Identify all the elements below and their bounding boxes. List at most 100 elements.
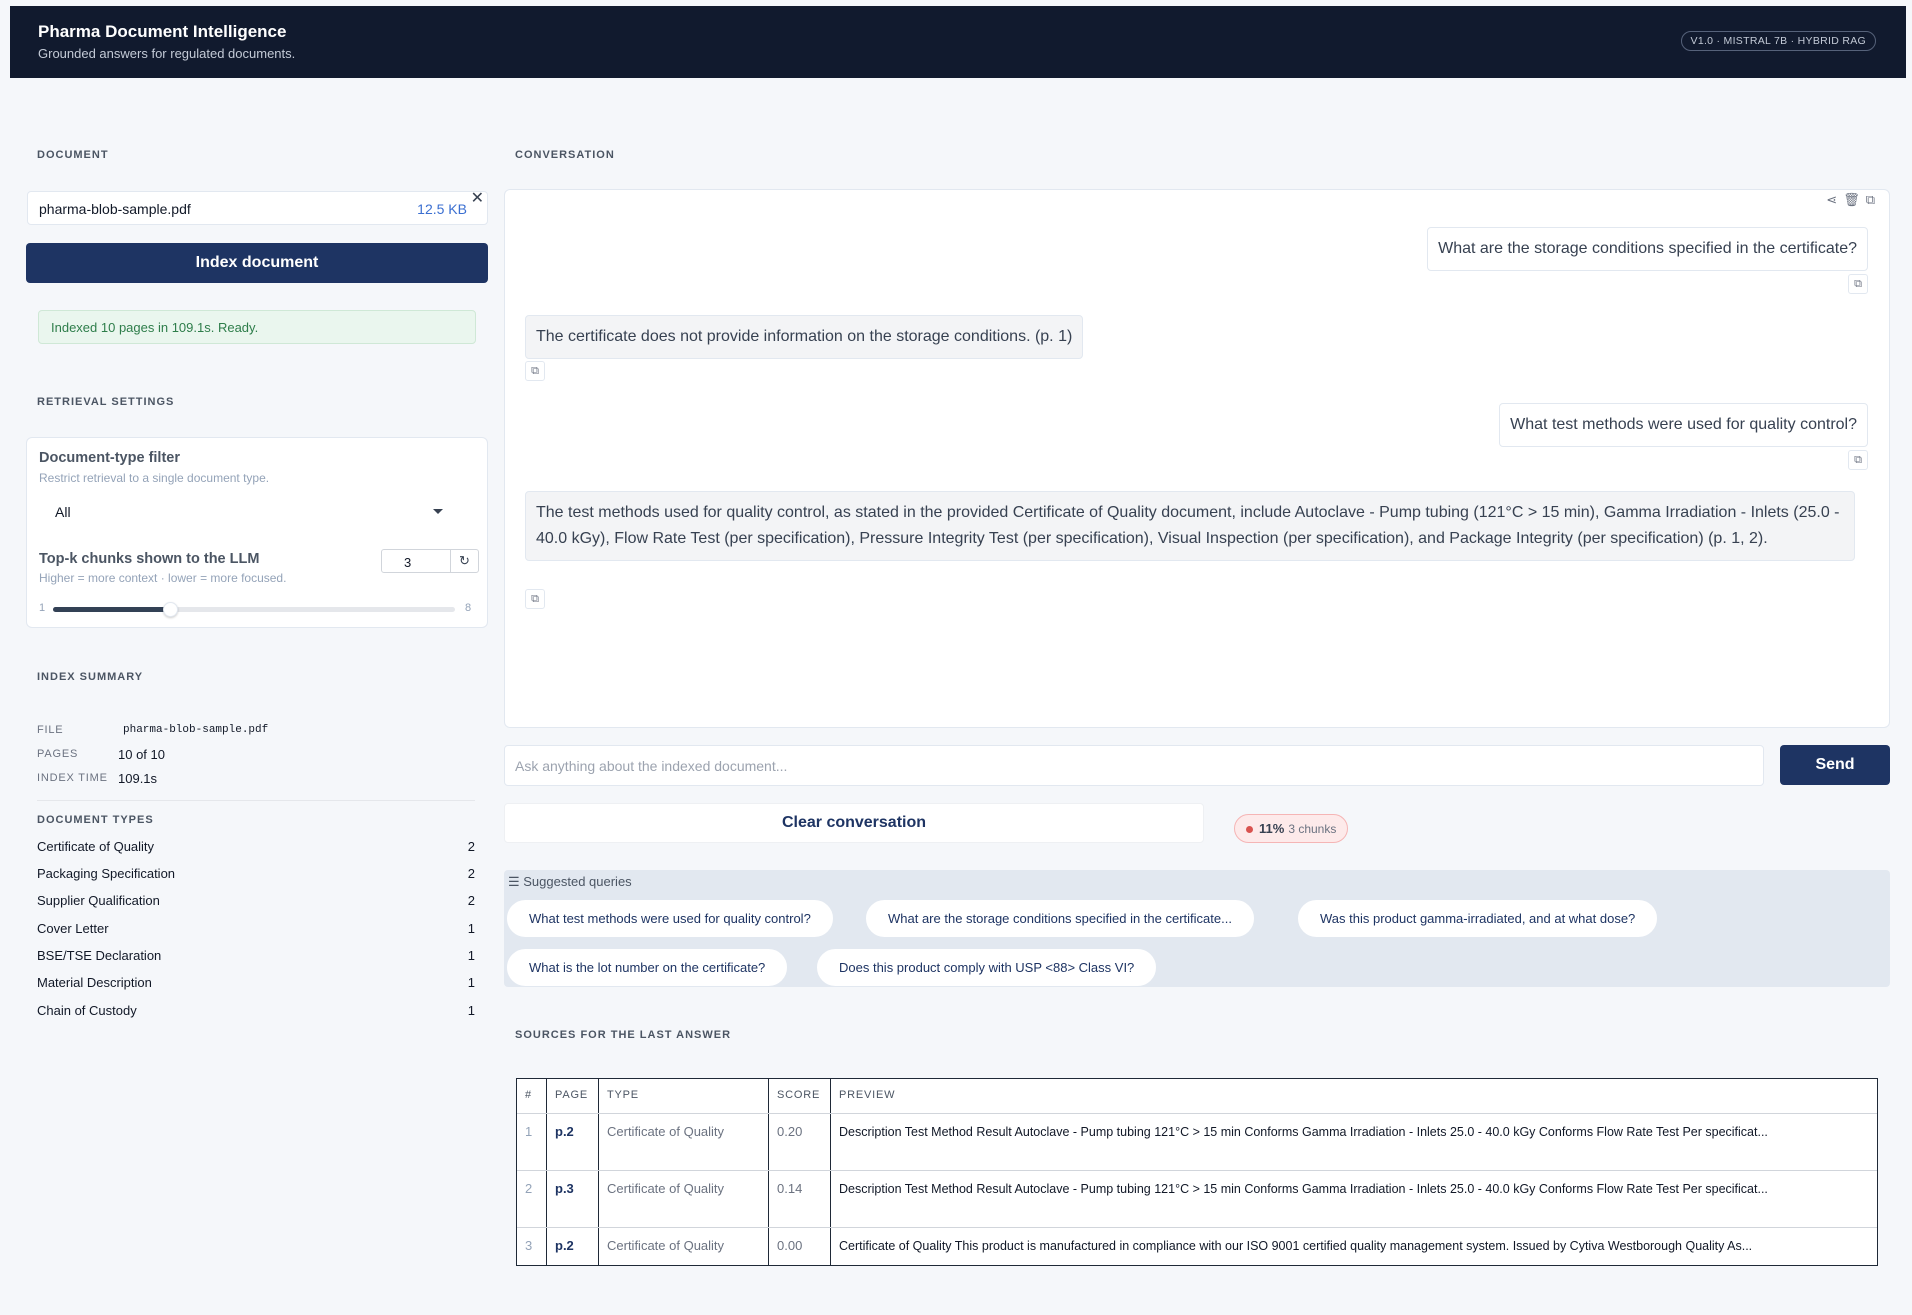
- question-input[interactable]: [504, 745, 1764, 786]
- doc-type-select-value: All: [55, 504, 71, 520]
- summary-time-value: 109.1s: [118, 771, 158, 786]
- slider-max: 8: [465, 602, 472, 614]
- doc-type-name: Supplier Qualification: [37, 893, 160, 908]
- doc-type-name: Material Description: [37, 975, 152, 990]
- status-dot-icon: [1246, 826, 1253, 834]
- trash-icon[interactable]: 🗑: [1843, 192, 1866, 207]
- topk-value: 3: [404, 555, 412, 570]
- doc-type-count: 2: [467, 866, 475, 881]
- sources-table: # PAGE TYPE SCORE PREVIEW 1 p.2 Certific…: [516, 1078, 1878, 1266]
- version-badge: V1.0 · MISTRAL 7B · HYBRID RAG: [1680, 31, 1876, 51]
- share-icon[interactable]: ⋖: [1826, 192, 1843, 207]
- doc-type-select[interactable]: All: [39, 493, 469, 527]
- file-name: pharma-blob-sample.pdf: [39, 201, 191, 217]
- list-item: Supplier Qualification 2: [37, 893, 475, 908]
- col-header: PREVIEW: [839, 1089, 896, 1101]
- copy-icon[interactable]: ⧉: [1848, 274, 1868, 294]
- col-header: SCORE: [769, 1079, 831, 1113]
- row-number: 2: [517, 1171, 547, 1227]
- slider-fill: [53, 607, 170, 612]
- list-item: Material Description 1: [37, 975, 475, 990]
- row-score: 0.00: [769, 1228, 831, 1265]
- index-summary-label: INDEX SUMMARY: [37, 671, 144, 683]
- sources-label: SOURCES FOR THE LAST ANSWER: [515, 1029, 732, 1041]
- remove-file-icon[interactable]: ✕: [471, 188, 484, 208]
- topk-slider[interactable]: [53, 602, 455, 617]
- suggested-query-chip[interactable]: Does this product comply with USP <88> C…: [816, 948, 1158, 987]
- document-types-label: DOCUMENT TYPES: [37, 814, 154, 826]
- app-title: Pharma Document Intelligence: [38, 22, 287, 41]
- list-item: Packaging Specification 2: [37, 866, 475, 881]
- conversation-toolbar: ⋖🗑⧉: [1826, 192, 1881, 208]
- copy-icon[interactable]: ⧉: [525, 361, 545, 381]
- doc-type-count: 2: [467, 839, 475, 854]
- conversation-label: CONVERSATION: [515, 149, 615, 161]
- topk-number-input[interactable]: 3 ↻: [381, 549, 479, 573]
- app-header: Pharma Document Intelligence Grounded an…: [10, 6, 1906, 78]
- row-preview: Description Test Method Result Autoclave…: [839, 1125, 1768, 1139]
- chunk-count: 3 chunks: [1288, 822, 1337, 836]
- user-message: What test methods were used for quality …: [1499, 403, 1868, 447]
- suggested-queries-label: ☰ Suggested queries: [508, 874, 632, 889]
- row-score: 0.20: [769, 1114, 831, 1170]
- uploaded-file: pharma-blob-sample.pdf 12.5 KB ✕: [27, 188, 488, 225]
- row-page: p.2: [547, 1114, 599, 1170]
- summary-file-key: FILE: [37, 724, 64, 736]
- table-row[interactable]: 2 p.3 Certificate of Quality 0.14 Descri…: [517, 1170, 1877, 1227]
- reset-icon[interactable]: ↻: [450, 550, 478, 572]
- row-page: p.3: [547, 1171, 599, 1227]
- suggested-query-chip[interactable]: What is the lot number on the certificat…: [506, 948, 789, 987]
- doc-type-name: Cover Letter: [37, 921, 109, 936]
- retrieval-confidence-badge: 11% 3 chunks: [1234, 814, 1349, 843]
- document-section-label: DOCUMENT: [37, 149, 109, 161]
- doc-type-count: 2: [467, 893, 475, 908]
- copy-icon[interactable]: ⧉: [1848, 450, 1868, 470]
- doc-type-count: 1: [467, 1003, 475, 1018]
- doc-type-count: 1: [467, 948, 475, 963]
- suggested-queries-panel: ☰ Suggested queries What test methods we…: [504, 870, 1890, 987]
- doc-type-name: Certificate of Quality: [37, 839, 155, 854]
- file-size: 12.5 KB: [417, 201, 467, 217]
- suggested-query-chip[interactable]: What are the storage conditions specifie…: [865, 899, 1255, 938]
- table-row[interactable]: 1 p.2 Certificate of Quality 0.20 Descri…: [517, 1113, 1877, 1170]
- row-score: 0.14: [769, 1171, 831, 1227]
- assistant-message: The test methods used for quality contro…: [525, 491, 1855, 561]
- topk-label: Top-k chunks shown to the LLM: [39, 551, 260, 567]
- slider-min: 1: [39, 602, 46, 614]
- index-document-button[interactable]: Index document: [26, 243, 488, 283]
- doc-type-name: Chain of Custody: [37, 1003, 137, 1018]
- summary-pages-key: PAGES: [37, 748, 79, 760]
- slider-thumb[interactable]: [162, 602, 178, 617]
- doc-type-name: Packaging Specification: [37, 866, 176, 881]
- summary-pages-value: 10 of 10: [118, 747, 165, 762]
- assistant-message: The certificate does not provide informa…: [525, 315, 1084, 359]
- clear-conversation-button[interactable]: Clear conversation: [504, 803, 1204, 843]
- suggested-query-chip[interactable]: Was this product gamma-irradiated, and a…: [1297, 899, 1659, 938]
- topk-help: Higher = more context · lower = more foc…: [39, 571, 287, 585]
- send-button[interactable]: Send: [1780, 745, 1890, 785]
- row-preview: Description Test Method Result Autoclave…: [839, 1182, 1768, 1196]
- doc-type-count: 1: [467, 921, 475, 936]
- copy-icon[interactable]: ⧉: [1866, 192, 1881, 207]
- row-type: Certificate of Quality: [599, 1114, 769, 1170]
- list-item: BSE/TSE Declaration 1: [37, 948, 475, 963]
- doc-type-count: 1: [467, 975, 475, 990]
- retrieval-settings-label: RETRIEVAL SETTINGS: [37, 396, 175, 408]
- conversation-panel: ⋖🗑⧉ What are the storage conditions spec…: [504, 189, 1890, 728]
- row-number: 1: [517, 1114, 547, 1170]
- confidence-value: 11%: [1259, 821, 1285, 836]
- list-item: Cover Letter 1: [37, 921, 475, 936]
- retrieval-settings-card: Document-type filter Restrict retrieval …: [26, 437, 488, 628]
- row-type: Certificate of Quality: [599, 1171, 769, 1227]
- doc-filter-label: Document-type filter: [39, 450, 180, 466]
- copy-icon[interactable]: ⧉: [525, 589, 545, 609]
- table-row[interactable]: 3 p.2 Certificate of Quality 0.00 Certif…: [517, 1227, 1877, 1265]
- col-header: PAGE: [547, 1079, 599, 1113]
- chevron-down-icon: [433, 509, 443, 514]
- suggested-query-chip[interactable]: What test methods were used for quality …: [506, 899, 834, 938]
- col-header: TYPE: [599, 1079, 769, 1113]
- row-type: Certificate of Quality: [599, 1228, 769, 1265]
- row-number: 3: [517, 1228, 547, 1265]
- row-page: p.2: [547, 1228, 599, 1265]
- list-item: Certificate of Quality 2: [37, 839, 475, 854]
